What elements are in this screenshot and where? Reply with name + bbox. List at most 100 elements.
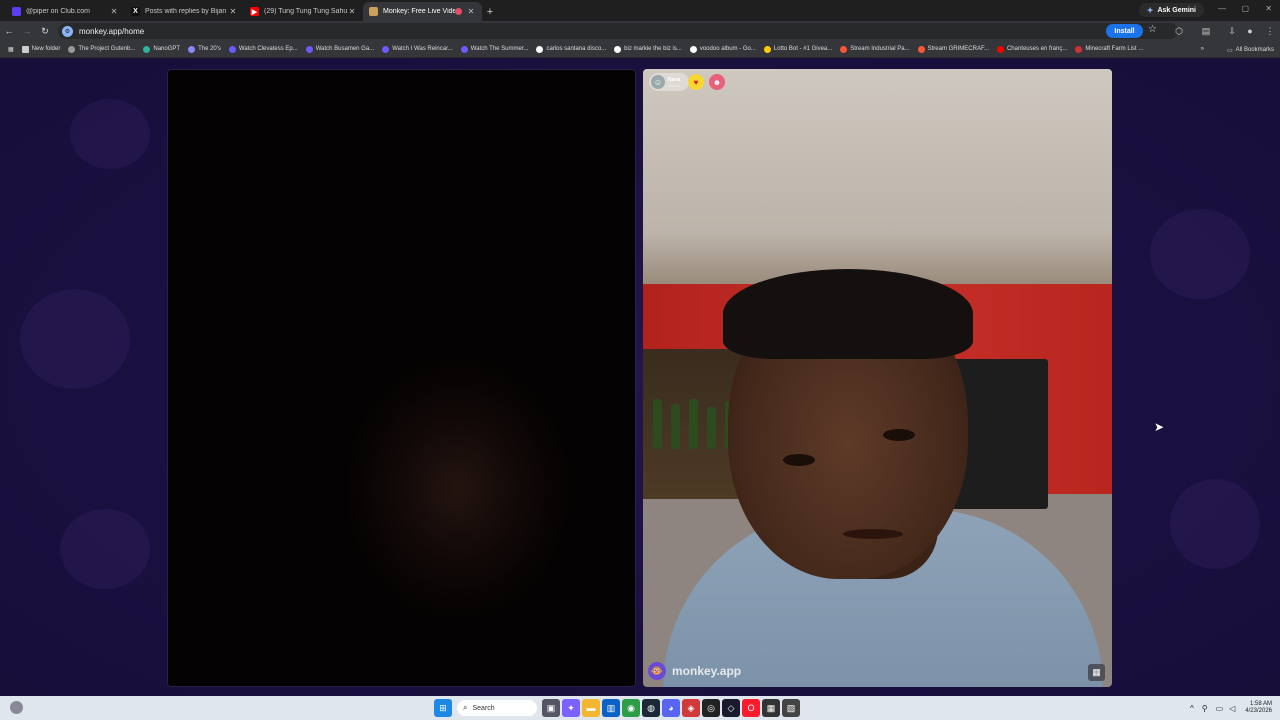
more-bookmarks-icon[interactable]: »: [1197, 42, 1208, 56]
search-icon: ⌕: [463, 703, 468, 712]
bookmark-chanteuses[interactable]: Chanteuses en franç...: [993, 42, 1071, 56]
bookmark-clevatess[interactable]: Watch Clevatess Ep...: [225, 42, 302, 56]
monkey-logo-icon: 🐵: [648, 662, 666, 680]
app-icon[interactable]: ▧: [782, 699, 800, 717]
app-icon[interactable]: ◈: [682, 699, 700, 717]
store-icon[interactable]: ▥: [602, 699, 620, 717]
report-button[interactable]: ▦: [1088, 664, 1105, 681]
bookmark-santana[interactable]: carlos santana disco...: [532, 42, 610, 56]
install-button[interactable]: Install: [1106, 24, 1143, 38]
like-button[interactable]: ♥: [688, 74, 704, 90]
close-icon[interactable]: ✕: [109, 7, 119, 16]
chrome-icon[interactable]: ◉: [622, 699, 640, 717]
copilot-icon[interactable]: ✦: [562, 699, 580, 717]
tab-youtube[interactable]: ▶ (29) Tung Tung Tung Sahur - B... ✕: [244, 2, 363, 21]
close-icon[interactable]: ✕: [228, 7, 238, 16]
microphone-icon[interactable]: ⚲: [1202, 704, 1208, 713]
address-bar[interactable]: ⚙ monkey.app/home: [58, 23, 1178, 39]
bookmark-grimecraft[interactable]: Stream GRIMECRAF...: [914, 42, 993, 56]
bookmark-nanogpt[interactable]: NanoGPT: [139, 42, 184, 56]
peer-country: Ghana: [668, 82, 681, 88]
site-info-icon[interactable]: ⚙: [62, 25, 73, 37]
extensions-icon[interactable]: ⬡: [1173, 25, 1185, 37]
profile-icon[interactable]: ●: [1244, 25, 1256, 37]
m-icon: [460, 45, 468, 53]
network-icon[interactable]: ▭: [1216, 704, 1224, 713]
downloads-icon[interactable]: ⇩: [1226, 25, 1238, 37]
video-person: [783, 454, 815, 466]
bookmark-minecraft[interactable]: Minecraft Farm List ...: [1071, 42, 1147, 56]
bookmark-the-20s[interactable]: The 20's: [184, 42, 225, 56]
maximize-icon[interactable]: ▢: [1241, 4, 1249, 13]
bookmark-reincarnated[interactable]: Watch I Was Reincar...: [378, 42, 457, 56]
close-icon[interactable]: ✕: [466, 7, 476, 16]
x-icon: X: [131, 7, 140, 16]
clock[interactable]: 1:58 AM 4/23/2026: [1245, 701, 1272, 715]
app-icon[interactable]: ◇: [722, 699, 740, 717]
globe-icon: [188, 45, 196, 53]
bookmark-biz-markie[interactable]: biz markie the biz is...: [610, 42, 686, 56]
bookmark-lotto-bot[interactable]: Lotto Bot - #1 Givea...: [760, 42, 836, 56]
bookmark-voodoo[interactable]: voodoo album - Go...: [686, 42, 760, 56]
bookmark-label: Minecraft Farm List ...: [1085, 46, 1144, 52]
close-window-icon[interactable]: ✕: [1265, 4, 1272, 13]
tab-title: @piper on Club.com: [26, 8, 90, 15]
discord-icon[interactable]: ◕: [662, 699, 680, 717]
bookmark-star-icon[interactable]: ☆: [1148, 24, 1157, 35]
flag-icon: ▦: [1092, 667, 1101, 677]
apps-icon[interactable]: ▦: [4, 42, 18, 56]
back-icon[interactable]: ←: [0, 22, 18, 40]
file-explorer-icon[interactable]: ▬: [582, 699, 600, 717]
taskbar-search[interactable]: ⌕ Search: [457, 700, 537, 716]
lotto-icon: [763, 45, 771, 53]
windows-start-icon[interactable]: ⊞: [434, 699, 452, 717]
forward-icon[interactable]: →: [18, 22, 36, 40]
ask-gemini-button[interactable]: ✦ Ask Gemini: [1138, 3, 1204, 17]
m-icon: [382, 45, 390, 53]
opera-icon[interactable]: O: [742, 699, 760, 717]
tab-title: Monkey: Free Live Video Ch...: [383, 8, 455, 15]
google-icon: [614, 45, 622, 53]
chevron-up-icon[interactable]: ^: [1190, 704, 1194, 713]
peer-profile-badge[interactable]: ☺ Nana Ghana: [649, 73, 689, 91]
bookmark-summer[interactable]: Watch The Summer...: [457, 42, 533, 56]
task-view-icon[interactable]: ▣: [542, 699, 560, 717]
install-label: Install: [1114, 27, 1135, 35]
minimize-icon[interactable]: —: [1218, 4, 1226, 13]
close-icon[interactable]: ✕: [347, 7, 357, 16]
mouse-cursor-icon: ➤: [1154, 420, 1165, 434]
avatar: ☺: [651, 75, 665, 89]
app-icon[interactable]: ▦: [762, 699, 780, 717]
nanogpt-icon: [143, 45, 151, 53]
all-bookmarks-button[interactable]: ▭ All Bookmarks: [1227, 43, 1274, 57]
tab-club[interactable]: @piper on Club.com ✕: [6, 2, 125, 21]
tab-title: Posts with replies by Bijan Tehr...: [145, 8, 228, 15]
sidebar-icon[interactable]: ▤: [1200, 25, 1212, 37]
bookmarks-bar: ▦ New folder The Project Gutenb... NanoG…: [0, 41, 1280, 58]
tab-strip: @piper on Club.com ✕ X Posts with replie…: [0, 0, 1280, 21]
bookmark-stream-industrial[interactable]: Stream Industrial Pa...: [836, 42, 913, 56]
tab-monkey[interactable]: Monkey: Free Live Video Ch... ✕: [363, 2, 482, 21]
menu-icon[interactable]: ⋮: [1264, 25, 1276, 37]
video-background: [671, 404, 680, 449]
minecraft-icon: [1075, 45, 1083, 53]
gift-button[interactable]: ☻: [709, 74, 725, 90]
steam-icon[interactable]: ◍: [642, 699, 660, 717]
tab-x-posts[interactable]: X Posts with replies by Bijan Tehr... ✕: [125, 2, 244, 21]
bookmark-new-folder[interactable]: New folder: [18, 42, 65, 56]
url-text: monkey.app/home: [79, 26, 145, 36]
club-icon: [12, 7, 21, 16]
bookmark-busamen[interactable]: Watch Busamen Ga...: [302, 42, 378, 56]
bookmark-label: biz markie the biz is...: [624, 46, 682, 52]
self-video: [167, 69, 636, 687]
bookmark-label: NanoGPT: [153, 46, 181, 52]
bookmark-gutenberg[interactable]: The Project Gutenb...: [64, 42, 139, 56]
reload-icon[interactable]: ↻: [36, 22, 54, 40]
new-tab-button[interactable]: +: [482, 2, 498, 21]
app-icon[interactable]: ◎: [702, 699, 720, 717]
background-blob: [60, 509, 150, 589]
bookmark-label: New folder: [31, 46, 61, 52]
folder-icon: ▭: [1226, 47, 1233, 54]
volume-icon[interactable]: ◁: [1229, 704, 1235, 713]
widgets-icon[interactable]: [10, 701, 23, 714]
